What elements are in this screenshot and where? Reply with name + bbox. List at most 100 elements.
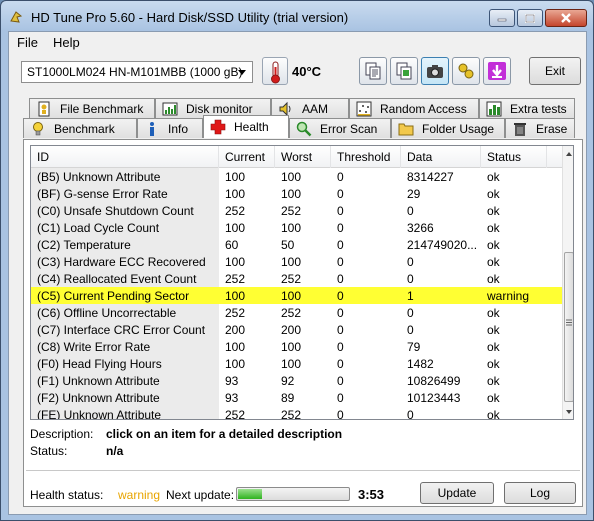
close-icon [561,13,571,23]
table-cell-status: ok [487,340,500,354]
tab-aam-label: AAM [302,101,329,116]
disk-monitor-icon [162,102,178,115]
table-cell-current: 100 [225,357,246,371]
table-cell-data: 0 [407,204,414,218]
table-row[interactable]: (F1) Unknown Attribute 93 92 0 10826499 ok [31,372,562,389]
file-benchmark-icon [38,101,50,116]
status-value: n/a [106,444,124,458]
column-header-threshold[interactable]: Threshold [331,146,401,168]
table-row[interactable]: (C6) Offline Uncorrectable 252 252 0 0 ok [31,304,562,321]
health-status-value: warning [118,488,161,502]
menu-file[interactable]: File [17,35,38,50]
maximize-button[interactable] [517,9,543,27]
column-header-status[interactable]: Status [481,146,547,168]
table-cell-id: (C3) Hardware ECC Recovered [37,255,206,269]
health-panel: ID Current Worst Threshold Data Status (… [23,139,583,507]
title-bar[interactable]: HD Tune Pro 5.60 - Hard Disk/SSD Utility… [1,1,593,31]
table-row[interactable]: (F2) Unknown Attribute 93 89 0 10123443 ok [31,389,562,406]
table-row[interactable]: (FE) Unknown Attribute 252 252 0 0 ok [31,406,562,420]
table-cell-current: 60 [225,238,239,252]
health-cross-icon [210,119,226,135]
tab-benchmark[interactable]: Benchmark [23,118,137,138]
tab-file-benchmark[interactable]: File Benchmark [29,98,155,118]
table-row[interactable]: (C0) Unsafe Shutdown Count 252 252 0 0 ok [31,202,562,219]
table-cell-id: (B5) Unknown Attribute [37,170,161,184]
camera-icon [427,65,443,78]
save-screenshot-button[interactable] [421,57,449,85]
tab-erase[interactable]: Erase [505,118,575,138]
table-cell-status: ok [487,391,500,405]
copy-text-button[interactable] [359,57,387,85]
table-row[interactable]: (C1) Load Cycle Count 100 100 0 3266 ok [31,219,562,236]
smart-attributes-list[interactable]: ID Current Worst Threshold Data Status (… [30,145,574,420]
table-cell-status: ok [487,204,500,218]
description-value: click on an item for a detailed descript… [106,427,343,441]
table-row[interactable]: (C5) Current Pending Sector 100 100 0 1 warni… [31,287,562,304]
table-row[interactable]: (C7) Interface CRC Error Count 200 200 0 0 ok [31,321,562,338]
table-cell-data: 79 [407,340,421,354]
column-header-current[interactable]: Current [219,146,275,168]
health-status-label: Health status: [30,488,104,502]
copy-screenshot-button[interactable] [390,57,418,85]
table-row[interactable]: (C8) Write Error Rate 100 100 0 79 ok [31,338,562,355]
column-header-data[interactable]: Data [401,146,481,168]
scroll-down-icon[interactable] [563,407,574,417]
column-header-id[interactable]: ID [31,146,219,168]
table-cell-id: (C6) Offline Uncorrectable [37,306,177,320]
table-cell-worst: 252 [281,306,302,320]
table-cell-id: (C8) Write Error Rate [37,340,151,354]
table-cell-status: ok [487,238,500,252]
table-row[interactable]: (C4) Reallocated Event Count 252 252 0 0 ok [31,270,562,287]
table-cell-threshold: 0 [337,272,344,286]
drive-dropdown[interactable]: ST1000LM024 HN-M101MBB (1000 gB) [21,61,253,83]
menu-help[interactable]: Help [53,35,80,50]
table-cell-current: 100 [225,340,246,354]
table-cell-id: (FE) Unknown Attribute [37,408,162,420]
table-cell-worst: 252 [281,408,302,420]
table-cell-threshold: 0 [337,221,344,235]
thermometer-button[interactable] [262,57,288,85]
column-header-worst[interactable]: Worst [275,146,331,168]
trash-icon [514,122,526,136]
chevron-down-icon [238,70,246,75]
save-report-button[interactable] [483,57,511,85]
table-cell-current: 100 [225,221,246,235]
table-cell-data: 0 [407,323,414,337]
scroll-up-icon[interactable] [563,149,574,159]
tab-info-label: Info [168,121,189,136]
tab-extra-tests[interactable]: Extra tests [479,98,575,118]
table-cell-id: (C2) Temperature [37,238,131,252]
table-cell-current: 200 [225,323,246,337]
table-cell-id: (C1) Load Cycle Count [37,221,160,235]
log-button[interactable]: Log [504,482,576,504]
tab-random-access[interactable]: Random Access [349,98,479,118]
table-cell-id: (C0) Unsafe Shutdown Count [37,204,194,218]
tab-health[interactable]: Health [203,115,289,138]
minimize-button[interactable] [489,9,515,27]
tab-error-scan[interactable]: Error Scan [289,118,391,138]
table-row[interactable]: (C3) Hardware ECC Recovered 100 100 0 0 ok [31,253,562,270]
tab-error-scan-label: Error Scan [320,121,378,136]
table-cell-id: (F2) Unknown Attribute [37,391,160,405]
table-cell-data: 0 [407,272,414,286]
table-cell-status: ok [487,187,500,201]
table-row[interactable]: (C2) Temperature 60 50 0 214749020... ok [31,236,562,253]
table-row[interactable]: (F0) Head Flying Hours 100 100 0 1482 ok [31,355,562,372]
footer-bar: Health status: warning Next update: 3:53… [24,478,582,506]
grip-icon [566,319,572,326]
tab-info[interactable]: Info [137,118,203,138]
status-label: Status: [30,444,68,458]
exit-button[interactable]: Exit [529,57,581,85]
next-update-timer: 3:53 [358,487,385,502]
table-row[interactable]: (BF) G-sense Error Rate 100 100 0 29 ok [31,185,562,202]
tab-folder-usage[interactable]: Folder Usage [391,118,505,138]
table-cell-data: 0 [407,306,414,320]
update-button[interactable]: Update [420,482,494,504]
minimize-icon [497,18,507,22]
vertical-scrollbar[interactable] [562,146,574,419]
options-button[interactable] [452,57,480,85]
scrollbar-thumb[interactable] [564,252,573,402]
table-cell-data: 1482 [407,357,434,371]
close-button[interactable] [545,9,587,27]
table-row[interactable]: (B5) Unknown Attribute 100 100 0 8314227 ok [31,168,562,185]
